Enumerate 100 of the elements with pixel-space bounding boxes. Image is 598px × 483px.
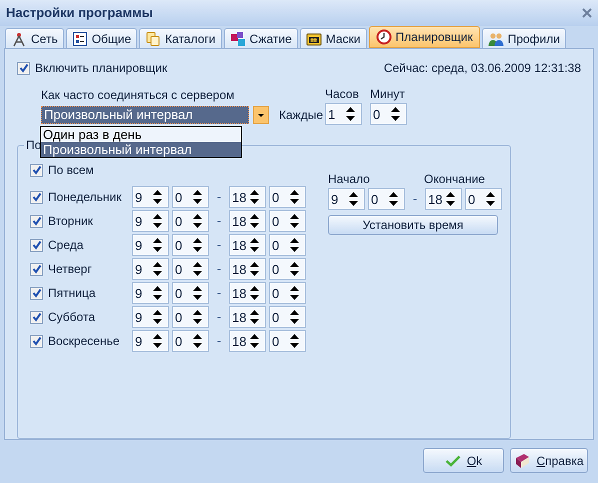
- help-button[interactable]: Справка: [510, 448, 588, 473]
- up-down-arrows-icon: [250, 214, 259, 228]
- close-icon[interactable]: [582, 8, 592, 18]
- up-down-arrows-icon: [290, 262, 299, 276]
- checkbox[interactable]: [30, 164, 43, 176]
- spin-field[interactable]: 18: [229, 258, 266, 280]
- spin-field[interactable]: 0: [269, 234, 306, 256]
- dropdown-option[interactable]: Произвольный интервал: [41, 142, 241, 157]
- field-label: Каждые: [279, 107, 323, 124]
- spin-field[interactable]: 0: [172, 330, 209, 352]
- up-down-arrows-icon: [153, 214, 162, 228]
- spin-field[interactable]: 0: [172, 210, 209, 232]
- spin-field[interactable]: 9: [132, 306, 169, 328]
- spin-field[interactable]: 0: [269, 330, 306, 352]
- up-down-arrows-icon: [153, 238, 162, 252]
- checkbox[interactable]: [30, 286, 43, 300]
- spin-field[interactable]: 18: [425, 188, 462, 210]
- tab[interactable]: Каталоги: [139, 28, 222, 48]
- up-down-arrows-icon: [153, 334, 162, 348]
- checkbox[interactable]: [30, 214, 43, 228]
- spin-field[interactable]: 0: [269, 306, 306, 328]
- spin-field[interactable]: 0: [269, 210, 306, 232]
- checkbox[interactable]: [17, 62, 30, 74]
- spin-field[interactable]: 18: [229, 186, 266, 208]
- people-icon: [488, 30, 504, 46]
- spin-field[interactable]: 18: [229, 234, 266, 256]
- spin-field[interactable]: 9: [132, 234, 169, 256]
- field-label: Минут: [370, 86, 406, 103]
- up-down-arrows-icon: [250, 334, 259, 348]
- up-down-arrows-icon: [250, 262, 259, 276]
- current-time-text: Сейчас: среда, 03.06.2009 12:31:38: [384, 60, 581, 77]
- checkbox-label: По всем: [48, 162, 94, 179]
- dash-separator: -: [412, 190, 418, 208]
- dash-separator: -: [216, 332, 222, 350]
- spin-field[interactable]: 18: [229, 330, 266, 352]
- up-down-arrows-icon: [290, 238, 299, 252]
- spin-field[interactable]: 0: [172, 258, 209, 280]
- checkbox-label: Понедельник: [48, 189, 122, 206]
- up-down-arrows-icon: [193, 214, 202, 228]
- up-down-arrows-icon: [153, 310, 162, 324]
- up-down-arrows-icon: [153, 286, 162, 300]
- up-down-arrows-icon: [389, 192, 398, 206]
- up-down-arrows-icon: [346, 107, 355, 121]
- spin-field[interactable]: 0: [172, 282, 209, 304]
- spin-field[interactable]: 9: [328, 188, 365, 210]
- up-down-arrows-icon: [290, 214, 299, 228]
- dash-separator: -: [216, 260, 222, 278]
- spin-field[interactable]: 9: [132, 258, 169, 280]
- field-label: Окончание: [424, 171, 485, 188]
- tab[interactable]: Планировщик: [368, 26, 480, 48]
- spin-field[interactable]: 18: [229, 282, 266, 304]
- up-down-arrows-icon: [153, 190, 162, 204]
- spin-field[interactable]: 18: [229, 210, 266, 232]
- antenna-icon: [11, 30, 27, 46]
- up-down-arrows-icon: [486, 192, 495, 206]
- set-time-button[interactable]: Установить время: [328, 215, 498, 235]
- tab[interactable]: Профили: [482, 28, 566, 48]
- checkbox[interactable]: [30, 190, 43, 204]
- up-down-arrows-icon: [193, 262, 202, 276]
- dropdown-option[interactable]: Один раз в день: [41, 127, 241, 142]
- spin-field[interactable]: 0: [370, 103, 407, 125]
- tab[interactable]: Сжатие: [224, 28, 298, 48]
- up-down-arrows-icon: [250, 190, 259, 204]
- spin-field[interactable]: 0: [368, 188, 405, 210]
- spin-field[interactable]: 0: [269, 186, 306, 208]
- dash-separator: -: [216, 188, 222, 206]
- spin-field[interactable]: 9: [132, 186, 169, 208]
- tab[interactable]: Маски: [300, 28, 367, 48]
- checkbox-label: Четверг: [48, 261, 93, 278]
- tab[interactable]: Общие: [66, 28, 138, 48]
- dash-separator: -: [216, 236, 222, 254]
- checkbox-label: Воскресенье: [48, 333, 121, 350]
- ok-button[interactable]: Ok: [423, 448, 504, 473]
- up-down-arrows-icon: [250, 238, 259, 252]
- up-down-arrows-icon: [193, 310, 202, 324]
- field-label: Часов: [325, 86, 360, 103]
- checkbox-label: Среда: [48, 237, 84, 254]
- spin-field[interactable]: 0: [172, 306, 209, 328]
- spin-field[interactable]: 0: [172, 186, 209, 208]
- spin-field[interactable]: 9: [132, 330, 169, 352]
- spin-field[interactable]: 1: [325, 103, 362, 125]
- spin-field[interactable]: 0: [172, 234, 209, 256]
- checkbox[interactable]: [30, 238, 43, 252]
- up-down-arrows-icon: [349, 192, 358, 206]
- spin-field[interactable]: 0: [269, 282, 306, 304]
- spin-field[interactable]: 9: [132, 282, 169, 304]
- field-label: Начало: [328, 171, 371, 188]
- up-down-arrows-icon: [193, 286, 202, 300]
- spin-field[interactable]: 0: [465, 188, 502, 210]
- spin-field[interactable]: 9: [132, 210, 169, 232]
- dash-separator: -: [216, 308, 222, 326]
- spin-field[interactable]: 0: [269, 258, 306, 280]
- clock-icon: [376, 29, 392, 45]
- checkbox[interactable]: [30, 262, 43, 276]
- checkbox[interactable]: [30, 310, 43, 324]
- cubes-icon: [230, 30, 246, 46]
- tab[interactable]: Сеть: [5, 28, 64, 48]
- spin-field[interactable]: 18: [229, 306, 266, 328]
- up-down-arrows-icon: [250, 286, 259, 300]
- checkbox[interactable]: [30, 334, 43, 348]
